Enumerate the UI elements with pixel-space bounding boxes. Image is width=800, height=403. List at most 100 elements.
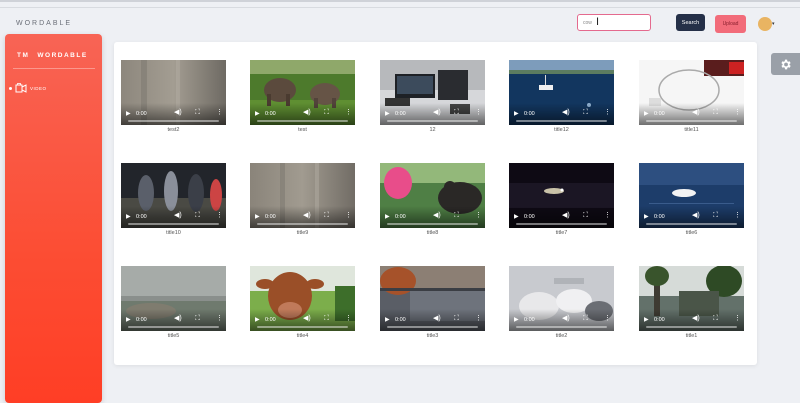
fullscreen-icon[interactable]: ⛶ — [583, 109, 588, 116]
volume-icon[interactable]: ◀) — [174, 315, 182, 322]
video-title[interactable]: test2 — [121, 127, 226, 133]
more-options-icon[interactable]: ⋮ — [604, 212, 611, 219]
fullscreen-icon[interactable]: ⛶ — [713, 315, 718, 322]
more-options-icon[interactable]: ⋮ — [216, 315, 223, 322]
fullscreen-icon[interactable]: ⛶ — [195, 212, 200, 219]
video-progress-bar[interactable] — [646, 326, 737, 328]
video-player[interactable]: ▶ 0:00 ◀) ⛶ ⋮ — [250, 266, 355, 331]
play-icon[interactable]: ▶ — [126, 111, 131, 117]
more-options-icon[interactable]: ⋮ — [216, 109, 223, 116]
play-icon[interactable]: ▶ — [385, 214, 390, 220]
play-icon[interactable]: ▶ — [126, 214, 131, 220]
upload-button[interactable]: Upload — [715, 15, 746, 33]
more-options-icon[interactable]: ⋮ — [345, 109, 352, 116]
play-icon[interactable]: ▶ — [514, 214, 519, 220]
video-card[interactable]: ▶ 0:00 ◀) ⛶ ⋮ test2 — [121, 60, 226, 137]
more-options-icon[interactable]: ⋮ — [734, 109, 741, 116]
play-icon[interactable]: ▶ — [385, 111, 390, 117]
video-progress-bar[interactable] — [128, 223, 219, 225]
video-player[interactable]: ▶ 0:00 ◀) ⛶ ⋮ — [380, 266, 485, 331]
video-player[interactable]: ▶ 0:00 ◀) ⛶ ⋮ — [121, 163, 226, 228]
play-icon[interactable]: ▶ — [644, 317, 649, 323]
video-progress-bar[interactable] — [387, 223, 478, 225]
video-player[interactable]: ▶ 0:00 ◀) ⛶ ⋮ — [509, 163, 614, 228]
more-options-icon[interactable]: ⋮ — [734, 315, 741, 322]
video-title[interactable]: title7 — [509, 230, 614, 236]
video-title[interactable]: title2 — [509, 333, 614, 339]
fullscreen-icon[interactable]: ⛶ — [324, 315, 329, 322]
video-card[interactable]: ▶ 0:00 ◀) ⛶ ⋮ title10 — [121, 163, 226, 240]
video-progress-bar[interactable] — [128, 326, 219, 328]
video-player[interactable]: ▶ 0:00 ◀) ⛶ ⋮ — [380, 60, 485, 125]
video-progress-bar[interactable] — [516, 120, 607, 122]
video-title[interactable]: title5 — [121, 333, 226, 339]
more-options-icon[interactable]: ⋮ — [475, 109, 482, 116]
video-title[interactable]: title8 — [380, 230, 485, 236]
play-icon[interactable]: ▶ — [514, 317, 519, 323]
volume-icon[interactable]: ◀) — [562, 109, 570, 116]
volume-icon[interactable]: ◀) — [303, 212, 311, 219]
sidebar-brand[interactable]: TM WORDABLE — [17, 52, 88, 59]
video-player[interactable]: ▶ 0:00 ◀) ⛶ ⋮ — [639, 266, 744, 331]
video-title[interactable]: title11 — [639, 127, 744, 133]
video-progress-bar[interactable] — [257, 223, 348, 225]
video-title[interactable]: title9 — [250, 230, 355, 236]
video-player[interactable]: ▶ 0:00 ◀) ⛶ ⋮ — [509, 60, 614, 125]
fullscreen-icon[interactable]: ⛶ — [324, 212, 329, 219]
video-progress-bar[interactable] — [646, 223, 737, 225]
volume-icon[interactable]: ◀) — [174, 212, 182, 219]
video-progress-bar[interactable] — [646, 120, 737, 122]
video-player[interactable]: ▶ 0:00 ◀) ⛶ ⋮ — [509, 266, 614, 331]
settings-button[interactable] — [771, 53, 800, 75]
video-progress-bar[interactable] — [387, 326, 478, 328]
video-title[interactable]: title6 — [639, 230, 744, 236]
video-card[interactable]: ▶ 0:00 ◀) ⛶ ⋮ test — [250, 60, 355, 137]
more-options-icon[interactable]: ⋮ — [345, 315, 352, 322]
video-progress-bar[interactable] — [516, 326, 607, 328]
volume-icon[interactable]: ◀) — [692, 212, 700, 219]
sidebar-item-video[interactable]: VIDEO — [9, 82, 97, 94]
video-player[interactable]: ▶ 0:00 ◀) ⛶ ⋮ — [639, 60, 744, 125]
video-player[interactable]: ▶ 0:00 ◀) ⛶ ⋮ — [250, 163, 355, 228]
play-icon[interactable]: ▶ — [514, 111, 519, 117]
play-icon[interactable]: ▶ — [644, 214, 649, 220]
play-icon[interactable]: ▶ — [255, 214, 260, 220]
play-icon[interactable]: ▶ — [126, 317, 131, 323]
more-options-icon[interactable]: ⋮ — [475, 212, 482, 219]
video-card[interactable]: ▶ 0:00 ◀) ⛶ ⋮ title6 — [639, 163, 744, 240]
video-card[interactable]: ▶ 0:00 ◀) ⛶ ⋮ title9 — [250, 163, 355, 240]
video-title[interactable]: 12 — [380, 127, 485, 133]
video-progress-bar[interactable] — [128, 120, 219, 122]
video-title[interactable]: test — [250, 127, 355, 133]
volume-icon[interactable]: ◀) — [433, 212, 441, 219]
fullscreen-icon[interactable]: ⛶ — [713, 109, 718, 116]
volume-icon[interactable]: ◀) — [692, 315, 700, 322]
more-options-icon[interactable]: ⋮ — [604, 109, 611, 116]
video-title[interactable]: title10 — [121, 230, 226, 236]
volume-icon[interactable]: ◀) — [692, 109, 700, 116]
volume-icon[interactable]: ◀) — [562, 212, 570, 219]
fullscreen-icon[interactable]: ⛶ — [195, 315, 200, 322]
video-title[interactable]: title12 — [509, 127, 614, 133]
volume-icon[interactable]: ◀) — [433, 315, 441, 322]
volume-icon[interactable]: ◀) — [303, 109, 311, 116]
video-card[interactable]: ▶ 0:00 ◀) ⛶ ⋮ title1 — [639, 266, 744, 343]
fullscreen-icon[interactable]: ⛶ — [454, 212, 459, 219]
volume-icon[interactable]: ◀) — [562, 315, 570, 322]
video-player[interactable]: ▶ 0:00 ◀) ⛶ ⋮ — [250, 60, 355, 125]
play-icon[interactable]: ▶ — [255, 111, 260, 117]
video-progress-bar[interactable] — [257, 120, 348, 122]
play-icon[interactable]: ▶ — [255, 317, 260, 323]
video-title[interactable]: title1 — [639, 333, 744, 339]
search-button[interactable]: Search — [676, 14, 705, 31]
video-card[interactable]: ▶ 0:00 ◀) ⛶ ⋮ title5 — [121, 266, 226, 343]
video-title[interactable]: title3 — [380, 333, 485, 339]
video-card[interactable]: ▶ 0:00 ◀) ⛶ ⋮ title3 — [380, 266, 485, 343]
fullscreen-icon[interactable]: ⛶ — [713, 212, 718, 219]
volume-icon[interactable]: ◀) — [303, 315, 311, 322]
video-card[interactable]: ▶ 0:00 ◀) ⛶ ⋮ title7 — [509, 163, 614, 240]
video-card[interactable]: ▶ 0:00 ◀) ⛶ ⋮ title2 — [509, 266, 614, 343]
video-player[interactable]: ▶ 0:00 ◀) ⛶ ⋮ — [121, 266, 226, 331]
fullscreen-icon[interactable]: ⛶ — [195, 109, 200, 116]
more-options-icon[interactable]: ⋮ — [475, 315, 482, 322]
